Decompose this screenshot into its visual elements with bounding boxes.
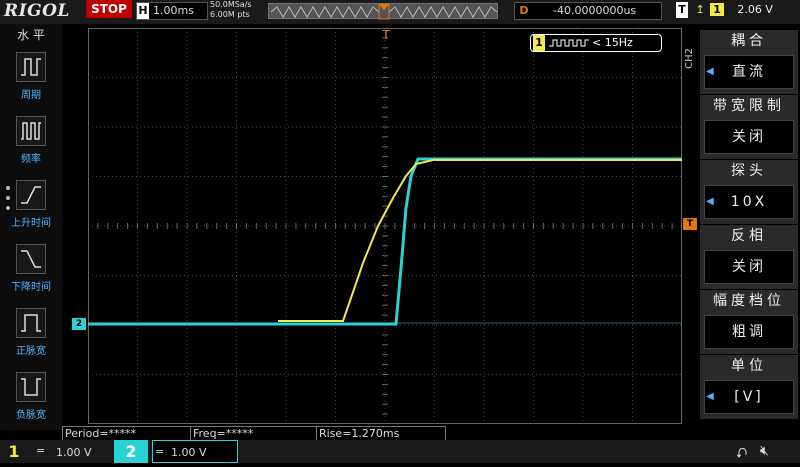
negative-width-icon <box>16 372 46 402</box>
softkey-period[interactable]: 周期 <box>10 52 52 101</box>
sample-rate: 50.0MSa/s <box>210 0 252 9</box>
memory-depth: 6.00M pts <box>210 10 250 19</box>
rise-time-measurement[interactable]: Rise=1.270ms <box>316 426 446 441</box>
ch2-scale: 1.00 V <box>171 446 207 459</box>
trigger-position-marker[interactable]: T <box>380 28 392 44</box>
ch1-tag[interactable]: 1 <box>2 440 26 463</box>
period-measurement[interactable]: Period=***** <box>62 426 191 441</box>
menu-arrow-icon: ◀ <box>706 391 714 402</box>
menu-item-title: 反相 <box>731 228 767 244</box>
ch1-coupling-icon: = <box>36 444 46 457</box>
menu-item-title: 单位 <box>731 358 767 374</box>
timebase-value: 1.00ms <box>153 4 194 17</box>
square-wave-icon <box>548 39 589 47</box>
memory-overview-bar[interactable] <box>268 3 498 20</box>
timebase-readout[interactable]: H 1.00ms <box>136 2 208 20</box>
menu-item-title: 带宽限制 <box>713 98 785 114</box>
panel-header: 水 平 <box>17 28 45 42</box>
period-icon <box>16 52 46 82</box>
run-status-badge[interactable]: STOP <box>86 0 132 18</box>
menu-item-value: 关闭 <box>704 120 794 154</box>
softkey-label: 下降时间 <box>11 282 51 293</box>
measurement-bar: Period=***** Freq=***** Rise=1.270ms <box>62 426 700 441</box>
menu-item-title: 探头 <box>731 163 767 179</box>
softkey-fall-time[interactable]: 下降时间 <box>10 244 52 293</box>
menu-item-4[interactable]: 幅度档位 粗调 <box>700 290 798 354</box>
ch2-tag[interactable]: 2 <box>114 440 148 463</box>
ch1-scale[interactable]: 1.00 V <box>56 446 92 459</box>
trigger-level: 2.06 V <box>737 3 773 16</box>
page-dot-icon <box>6 186 10 190</box>
brand-logo: RIGOL <box>4 1 70 21</box>
menu-item-value: 10X <box>704 185 794 219</box>
trigger-source-tag: 1 <box>710 3 724 16</box>
page-dot-icon <box>6 206 10 210</box>
frequency-measurement[interactable]: Freq=***** <box>190 426 317 441</box>
softkey-label: 上升时间 <box>11 218 51 229</box>
ch2-trace <box>88 157 682 326</box>
ch2-ground-marker[interactable]: 2 <box>72 318 86 330</box>
channel-menu: 耦合 直流 ◀ 带宽限制 关闭 探头 10X ◀ 反相 关闭 幅度档位 粗调 单位 [V] ◀ <box>700 30 798 430</box>
menu-item-value: [V] <box>704 380 794 414</box>
menu-item-5[interactable]: 单位 [V] ◀ <box>700 355 798 419</box>
memory-overview-wave <box>270 4 498 20</box>
waveform-display[interactable] <box>88 28 682 424</box>
ch1-trace <box>278 159 682 322</box>
menu-item-value: 直流 <box>704 55 794 89</box>
menu-item-value: 关闭 <box>704 250 794 284</box>
ch2-scale-box[interactable]: = 1.00 V <box>152 440 238 463</box>
menu-item-2[interactable]: 探头 10X ◀ <box>700 160 798 224</box>
trigger-level-marker[interactable]: T <box>683 218 697 230</box>
menu-arrow-icon: ◀ <box>706 196 714 207</box>
horizontal-tag: H <box>137 3 149 19</box>
top-status-bar: RIGOL STOP H 1.00ms 50.0MSa/s 6.00M pts D… <box>0 0 800 24</box>
trigger-readout[interactable]: T ↥ 1 2.06 V <box>676 2 796 20</box>
menu-item-0[interactable]: 耦合直流 ◀ <box>700 30 798 94</box>
trigger-tag: T <box>676 2 688 18</box>
menu-channel-label: CH2 <box>684 48 695 69</box>
softkey-frequency[interactable]: 频率 <box>10 116 52 165</box>
menu-arrow-icon: ◀ <box>706 66 714 77</box>
menu-item-3[interactable]: 反相 关闭 <box>700 225 798 289</box>
frequency-counter: 1 < 15Hz <box>530 34 662 52</box>
counter-value: < 15Hz <box>592 36 633 49</box>
menu-item-title: 耦合 <box>731 33 767 49</box>
softkey-label: 正脉宽 <box>16 346 46 357</box>
softkey-label: 周期 <box>21 90 41 101</box>
delay-value: -40.0000000us <box>553 4 637 17</box>
rise-time-icon <box>16 180 46 210</box>
counter-channel-tag: 1 <box>533 35 545 51</box>
softkey-positive-width[interactable]: 正脉宽 <box>10 308 52 357</box>
channel-status-bar: 1 = 1.00 V 2 = 1.00 V ⮏ 🔇︎ <box>0 440 800 463</box>
menu-item-title: 幅度档位 <box>713 293 785 309</box>
speaker-icon[interactable]: 🔇︎ <box>760 443 769 459</box>
softkey-rise-time[interactable]: 上升时间 <box>10 180 52 229</box>
ch2-coupling-icon: = <box>155 445 165 458</box>
acquisition-info: 50.0MSa/s 6.00M pts <box>210 0 268 22</box>
softkey-label: 频率 <box>21 154 41 165</box>
page-dot-icon <box>6 196 10 200</box>
positive-width-icon <box>16 308 46 338</box>
softkey-label: 负脉宽 <box>16 410 46 421</box>
menu-item-value: 粗调 <box>704 315 794 349</box>
menu-item-1[interactable]: 带宽限制 关闭 <box>700 95 798 159</box>
fall-time-icon <box>16 244 46 274</box>
delay-tag: D <box>519 4 529 17</box>
softkey-negative-width[interactable]: 负脉宽 <box>10 372 52 421</box>
rising-edge-icon: ↥ <box>695 3 705 16</box>
frequency-icon <box>16 116 46 146</box>
usb-icon: ⮏ <box>736 446 748 462</box>
delay-readout[interactable]: D -40.0000000us <box>514 2 662 20</box>
